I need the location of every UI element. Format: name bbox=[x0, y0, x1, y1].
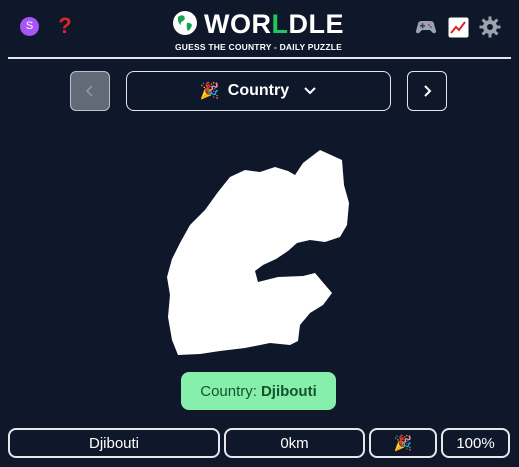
app-subtitle: GUESS THE COUNTRY - DAILY PUZZLE bbox=[175, 42, 342, 52]
header: S ? WORLDLE GUESS THE COUNTRY - DAILY PU… bbox=[0, 0, 519, 58]
user-avatar[interactable]: S bbox=[20, 17, 39, 36]
help-icon[interactable]: ? bbox=[55, 13, 75, 39]
guess-distance: 0km bbox=[224, 428, 365, 458]
globe-icon bbox=[173, 11, 197, 35]
logo: WORLDLE GUESS THE COUNTRY - DAILY PUZZLE bbox=[170, 9, 350, 53]
header-divider bbox=[8, 57, 511, 59]
chevron-right-icon bbox=[424, 85, 432, 97]
settings-icon[interactable] bbox=[479, 16, 501, 38]
chevron-left-icon bbox=[85, 85, 93, 97]
party-popper-icon: 🎉 bbox=[199, 83, 220, 100]
answer-label: Country: bbox=[200, 382, 257, 400]
previous-game-button[interactable] bbox=[70, 71, 110, 111]
game-mode-select[interactable]: 🎉 Country bbox=[126, 71, 391, 111]
answer-reveal: Country: Djibouti bbox=[181, 372, 336, 410]
answer-value: Djibouti bbox=[260, 382, 317, 400]
game-mode-label: Country bbox=[227, 82, 290, 99]
guess-proximity: 100% bbox=[441, 428, 510, 458]
guess-direction: 🎉 bbox=[369, 428, 437, 458]
country-outline-map bbox=[167, 150, 349, 355]
app-title: WORLDLE bbox=[204, 9, 344, 39]
controller-icon[interactable] bbox=[414, 16, 438, 38]
next-game-button[interactable] bbox=[407, 71, 447, 111]
guess-country: Djibouti bbox=[8, 428, 220, 458]
chevron-down-icon bbox=[304, 87, 316, 95]
stats-icon[interactable] bbox=[448, 17, 469, 38]
